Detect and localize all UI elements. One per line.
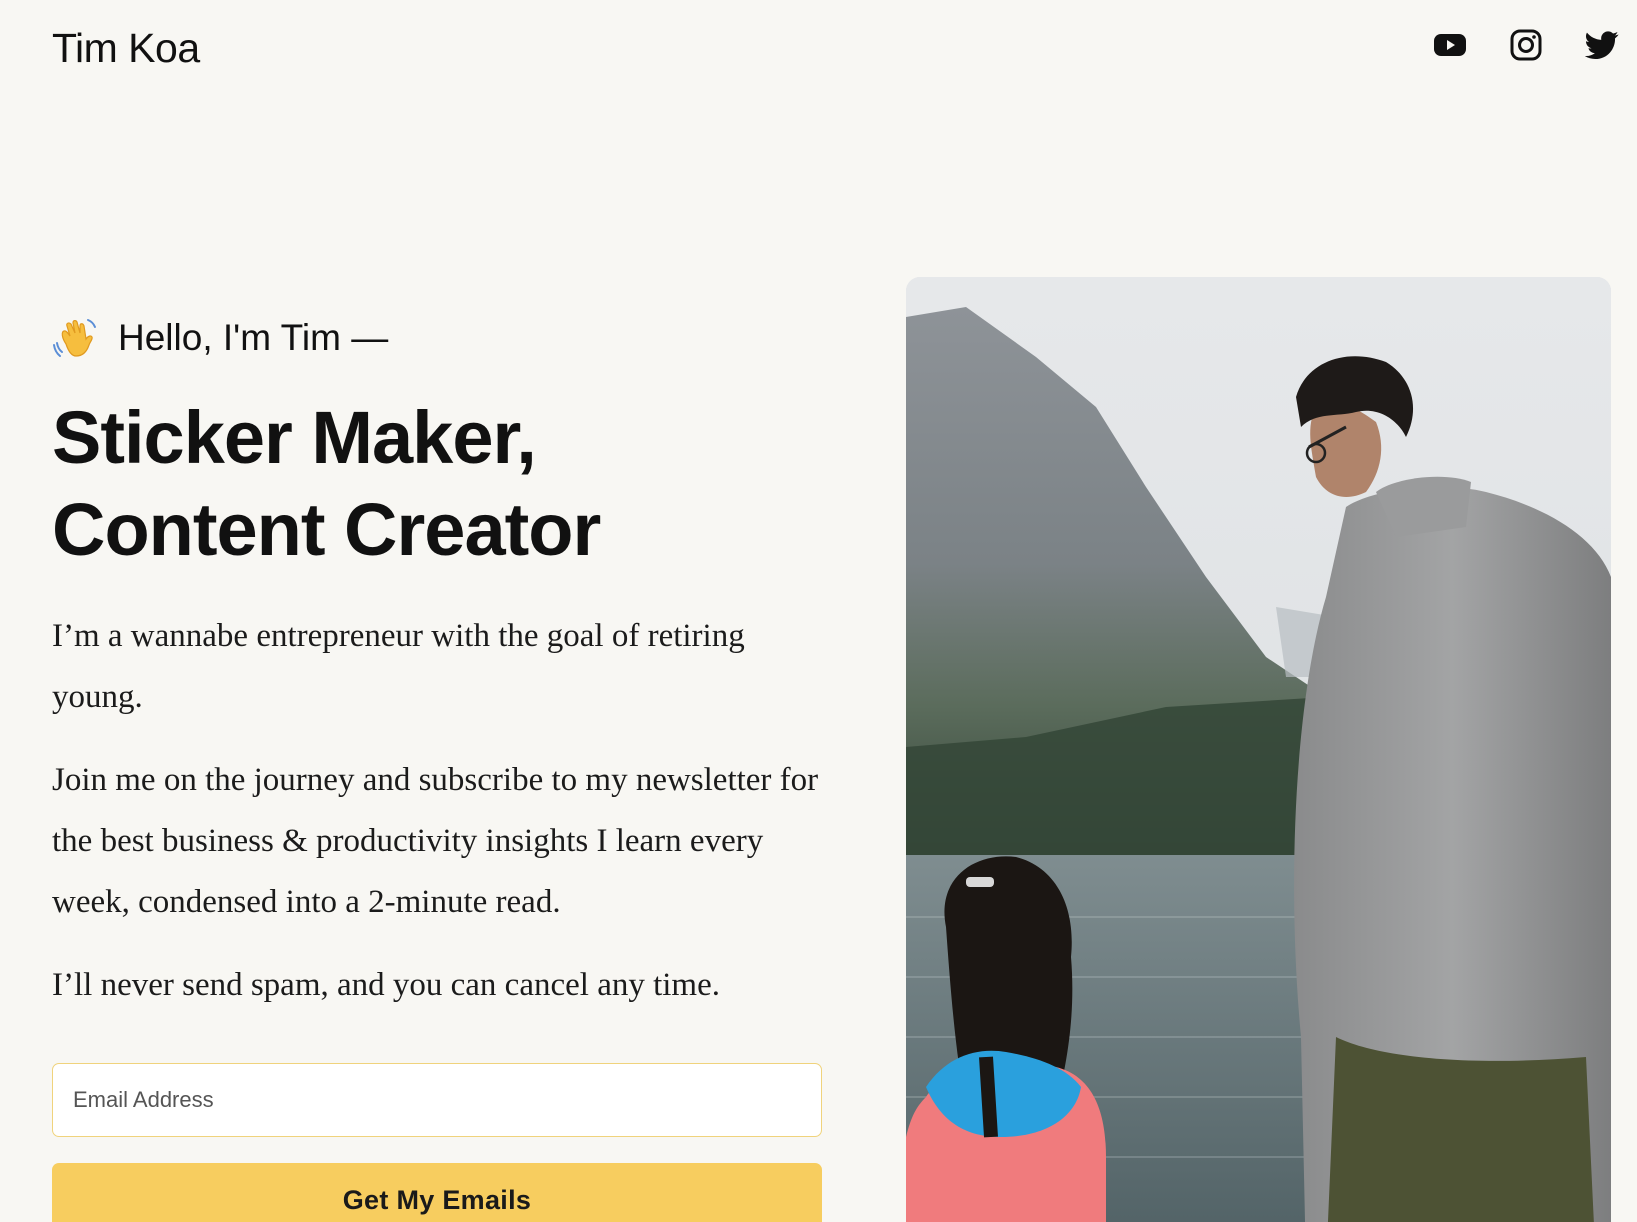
youtube-icon[interactable] (1433, 28, 1467, 62)
newsletter-paragraph: Join me on the journey and subscribe to … (52, 762, 819, 920)
hero-photo (906, 277, 1611, 1222)
intro-paragraph: I’m a wannabe entrepreneur with the goal… (52, 618, 745, 715)
headline-line-1: Sticker Maker, (52, 396, 537, 479)
social-links (1433, 28, 1619, 62)
lake-portrait-image (906, 277, 1611, 1222)
instagram-icon[interactable] (1509, 28, 1543, 62)
site-logo[interactable]: Tim Koa (52, 22, 200, 74)
page-title: Sticker Maker, Content Creator (52, 392, 832, 576)
subscribe-button[interactable]: Get My Emails (52, 1163, 822, 1222)
greeting-text: Hello, I'm Tim — (118, 317, 389, 358)
no-spam-paragraph: I’ll never send spam, and you can cancel… (52, 967, 720, 1003)
waving-hand-icon (53, 319, 96, 357)
twitter-icon[interactable] (1585, 28, 1619, 62)
email-field[interactable] (52, 1063, 822, 1137)
greeting: Hello, I'm Tim — (52, 310, 832, 366)
hero-section: Hello, I'm Tim — Sticker Maker, Content … (52, 310, 832, 1016)
headline-line-2: Content Creator (52, 488, 601, 571)
